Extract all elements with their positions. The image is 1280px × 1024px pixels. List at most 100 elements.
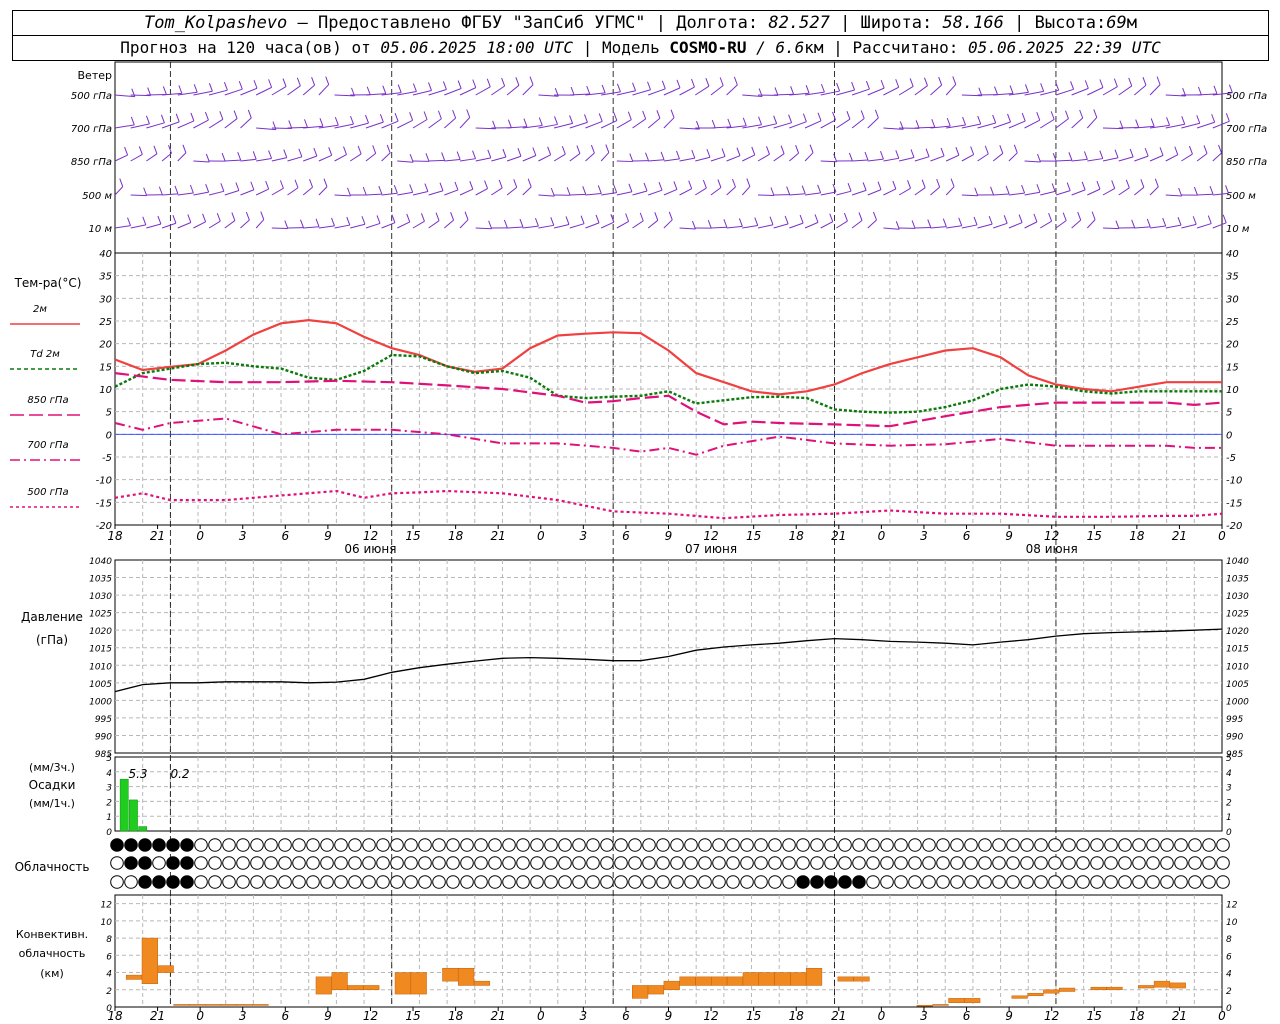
cloud-symbol <box>894 856 908 870</box>
cloud-symbol <box>418 838 432 852</box>
wind-barb <box>318 84 330 96</box>
wind-barb-feather <box>820 83 825 93</box>
cloud-symbol <box>810 875 824 889</box>
wind-barb <box>475 188 488 196</box>
wind-barb-feather <box>645 152 649 161</box>
wind-barb-feather <box>1013 144 1018 153</box>
precip-annotation: 5.3 <box>128 767 147 781</box>
wind-barb-feather <box>895 221 900 230</box>
wind-barb <box>1196 153 1208 162</box>
cloud-symbol <box>1216 856 1230 870</box>
wind-barb <box>820 221 833 229</box>
wind-barb-feather <box>309 179 314 188</box>
cloud-symbol <box>222 838 236 852</box>
wind-barb <box>961 154 974 162</box>
cloud-symbol <box>670 838 684 852</box>
wind-barb-feather <box>973 216 978 226</box>
temp-tick-label: -20 <box>96 521 112 532</box>
wind-barb-feather <box>1129 148 1134 158</box>
cloud-symbol <box>1146 838 1160 852</box>
pres-tick-label-right: 1025 <box>1226 610 1249 620</box>
cloud-symbol <box>446 875 460 889</box>
hour-tick-label: 12 <box>363 529 378 543</box>
wind-barb <box>1134 226 1151 229</box>
wind-barb-feather <box>639 212 644 222</box>
cloud-symbol <box>1174 856 1188 870</box>
wind-barb-feather <box>143 187 148 196</box>
cloud-symbol <box>432 838 446 852</box>
wind-barb-feather <box>786 186 791 195</box>
wind-barb-feather <box>751 146 756 156</box>
cloud-symbol <box>1076 838 1090 852</box>
wind-barb <box>883 227 900 230</box>
wind-barb-feather <box>999 145 1004 154</box>
cloud-symbol <box>908 856 922 870</box>
precip-title: Осадки <box>29 778 76 792</box>
temp-tick-label: 40 <box>99 249 112 260</box>
wind-barb <box>397 221 410 229</box>
precip-tick-label: 2 <box>106 798 112 808</box>
cloud-symbol <box>656 875 670 889</box>
wind-barb-feather <box>550 187 555 197</box>
wind-barb <box>899 156 915 162</box>
cloud-symbol <box>838 856 852 870</box>
wind-barb-feather <box>362 186 367 196</box>
wind-barb-feather <box>595 214 600 224</box>
cloud-symbol <box>488 875 502 889</box>
hour-tick-label: 21 <box>1172 529 1187 543</box>
pres-tick-label-right: 1000 <box>1226 697 1249 707</box>
wind-barb <box>318 154 332 162</box>
wind-barb-feather <box>909 78 914 87</box>
wind-barb-feather <box>288 120 293 129</box>
wind-barb <box>130 153 143 162</box>
wind-barb-feather <box>1009 85 1014 94</box>
wind-barb-feather <box>1033 213 1038 223</box>
wind-barb-feather <box>174 185 179 195</box>
cloud-symbol <box>376 856 390 870</box>
hour-tick-label-bottom: 9 <box>665 1009 673 1023</box>
wind-barb-feather <box>1218 144 1222 154</box>
wind-barb-feather <box>1154 178 1159 187</box>
wind-barb-feather <box>1113 78 1118 87</box>
wind-barb-feather <box>379 113 384 123</box>
wind-barb-feather <box>147 87 152 96</box>
cloud-symbol <box>250 856 264 870</box>
wind-barb <box>240 219 250 229</box>
precip-unit-3h: (мм/3ч.) <box>29 761 75 774</box>
wind-barb-feather <box>952 76 957 85</box>
temp-legend-label: 850 гПа <box>27 395 68 406</box>
wind-barb-feather <box>1065 110 1069 119</box>
wind-barb-feather <box>138 146 143 155</box>
hour-tick-label: 6 <box>963 529 971 543</box>
cloud-symbol <box>866 856 880 870</box>
cloud-symbol <box>474 875 488 889</box>
wind-barb <box>334 154 347 162</box>
cloud-symbol <box>110 838 124 852</box>
cloud-symbol <box>194 856 208 870</box>
wind-barb-feather <box>847 183 852 192</box>
wind-barb-feather <box>452 109 457 119</box>
cloud-symbol <box>866 875 880 889</box>
cloud-symbol <box>670 856 684 870</box>
cloud-symbol <box>166 838 180 852</box>
precip-tick-label: 4 <box>106 769 112 779</box>
wind-level-label-right: 700 гПа <box>1226 124 1267 135</box>
wind-barb-feather <box>788 114 793 123</box>
wind-barb-feather <box>253 80 258 89</box>
hour-tick-label-bottom: 0 <box>1218 1009 1226 1023</box>
cloud-symbol <box>488 856 502 870</box>
wind-barb <box>208 118 224 129</box>
wind-barb <box>271 157 287 162</box>
wind-barb-feather <box>1203 145 1208 154</box>
wind-barb-feather <box>688 180 693 189</box>
temp-tick-label-right: -15 <box>1226 498 1242 509</box>
cloud-symbol <box>516 875 530 889</box>
precip-unit-1h: (мм/1ч.) <box>29 797 75 810</box>
cloud-symbol <box>1118 838 1132 852</box>
cloud-symbol <box>936 856 950 870</box>
hour-tick-label-bottom: 21 <box>150 1009 165 1023</box>
wind-barb <box>1055 159 1072 162</box>
wind-barb-feather <box>970 146 975 155</box>
wind-barb <box>601 192 617 196</box>
convective-bar <box>695 976 712 986</box>
